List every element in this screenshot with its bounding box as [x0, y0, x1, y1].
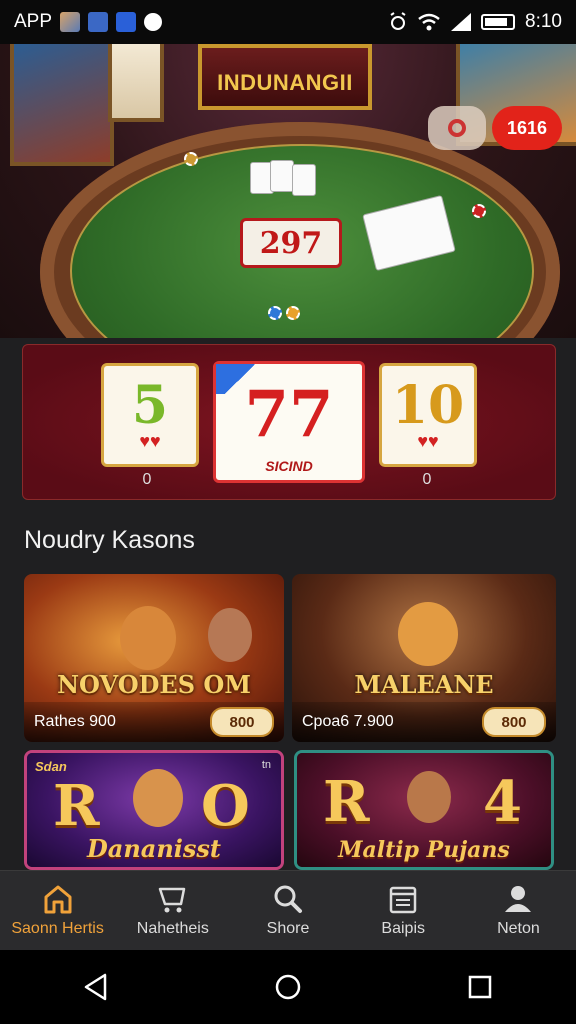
nav-item-home[interactable]: Saonn Hertis	[0, 871, 115, 951]
home-icon	[44, 885, 72, 914]
hero-banner[interactable]: INDUNANGII 297 1616	[0, 44, 576, 338]
playing-card	[292, 164, 316, 196]
woman-character	[208, 608, 252, 662]
pin-icon	[144, 13, 163, 31]
status-bar: APP 8:10	[0, 0, 576, 44]
status-app-label: APP	[14, 11, 53, 32]
hero-sign-text: INDUNANGII	[217, 70, 353, 95]
chip-icon	[184, 152, 198, 166]
chip-icon	[268, 306, 282, 320]
game-script-title: Maltip Pujans	[338, 837, 510, 863]
game-card[interactable]: R 4 Maltip Pujans	[294, 750, 554, 870]
signal-icon	[451, 13, 472, 31]
hero-badge-button[interactable]: 1616	[492, 106, 562, 150]
nav-item-search[interactable]: Shore	[230, 871, 345, 951]
back-icon	[84, 973, 107, 1001]
profile-icon	[505, 886, 532, 912]
game-title: NOVODES OM	[57, 670, 251, 699]
nav-item-calendar[interactable]: Baipis	[346, 871, 461, 951]
man-character	[407, 771, 451, 823]
heart-icon: ♥♥	[139, 431, 161, 451]
wifi-icon	[418, 13, 440, 31]
lion-character	[120, 606, 176, 670]
reel-left: 5 ♥♥	[101, 363, 199, 467]
game-corner-label: Sdan	[35, 759, 67, 774]
nav-label: Nahetheis	[136, 920, 209, 937]
hero-sign: INDUNANGII	[198, 44, 372, 110]
game-meta: Cpoa6 7.900	[302, 713, 394, 730]
calendar-icon	[389, 886, 417, 914]
lion-character	[133, 769, 183, 827]
game-letter: R	[53, 773, 100, 839]
recents-icon	[468, 975, 492, 999]
game-footer: Rathes 900 800	[24, 702, 284, 742]
playing-card	[270, 160, 294, 192]
back-button[interactable]	[66, 957, 126, 1017]
game-price-button[interactable]: 800	[482, 707, 546, 737]
game-script-title: Dananisst	[86, 834, 222, 863]
home-circle-icon	[275, 974, 301, 1000]
nav-label: Shore	[266, 920, 310, 937]
nav-label: Baipis	[381, 920, 425, 937]
app-icon	[116, 12, 137, 32]
nav-item-cart[interactable]: Nahetheis	[115, 871, 230, 951]
poster-image	[10, 44, 114, 166]
reel-symbol: 5	[131, 375, 169, 436]
game-letter: O	[201, 773, 250, 839]
game-letter: 4	[483, 769, 522, 835]
section-title: Noudry Kasons	[24, 526, 195, 554]
photo-icon	[60, 12, 81, 32]
game-letter: R	[323, 769, 370, 835]
slot-banner[interactable]: 5 ♥♥ 0 77 SICIND 10 ♥♥ 0	[22, 344, 556, 500]
hero-slot-text: 297	[259, 225, 323, 261]
game-card[interactable]: NOVODES OM Rathes 900 800	[24, 574, 284, 742]
hero-slot-display: 297	[240, 218, 342, 268]
nav-label: Neton	[497, 920, 540, 937]
reel-center: 77 SICIND	[213, 361, 365, 483]
heart-icon: ♥♥	[417, 431, 439, 451]
cart-icon	[158, 887, 186, 913]
game-footer: Cpoa6 7.900 800	[292, 702, 556, 742]
system-nav	[0, 950, 576, 1024]
chip-icon	[286, 306, 300, 320]
game-price-button[interactable]: 800	[210, 707, 274, 737]
lion-character	[398, 602, 458, 666]
home-button[interactable]	[258, 957, 318, 1017]
recents-button[interactable]	[450, 957, 510, 1017]
game-meta: Rathes 900	[34, 713, 116, 730]
reel-symbol: 10	[391, 375, 465, 436]
status-time: 8:10	[525, 11, 562, 32]
hero-search-button[interactable]	[428, 106, 486, 150]
game-title: MALEANE	[354, 670, 494, 699]
nav-item-profile[interactable]: Neton	[461, 871, 576, 951]
game-card[interactable]: MALEANE Cpoa6 7.900 800	[292, 574, 556, 742]
search-icon	[274, 885, 302, 913]
game-corner-label: tn	[261, 759, 271, 771]
app-icon	[88, 12, 109, 32]
reel-caption: 0	[422, 471, 432, 488]
alarm-icon	[390, 12, 406, 30]
nav-label: Saonn Hertis	[11, 920, 104, 937]
reel-right: 10 ♥♥	[379, 363, 477, 467]
bottom-nav: Saonn Hertis Nahetheis Shore Baipis Neto…	[0, 870, 576, 951]
reel-caption: 0	[142, 471, 152, 488]
ribbon-icon	[216, 364, 264, 394]
battery-icon	[481, 14, 516, 30]
game-card[interactable]: Sdan tn R O Dananisst	[24, 750, 284, 870]
reel-tag: SICIND	[265, 458, 313, 474]
chip-icon	[472, 204, 486, 218]
search-icon	[448, 119, 466, 137]
poster-image	[108, 44, 164, 122]
